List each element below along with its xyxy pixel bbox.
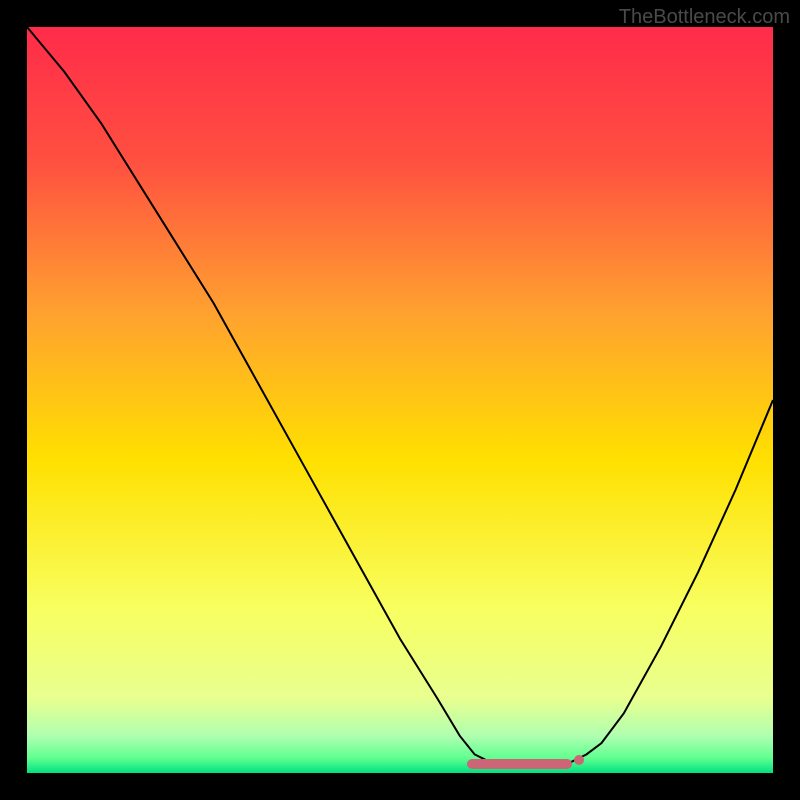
optimal-zone-marker xyxy=(467,759,571,769)
watermark-text: TheBottleneck.com xyxy=(619,6,790,29)
bottleneck-curve xyxy=(27,27,773,773)
chart-area xyxy=(27,27,773,773)
data-point-marker xyxy=(574,755,584,765)
